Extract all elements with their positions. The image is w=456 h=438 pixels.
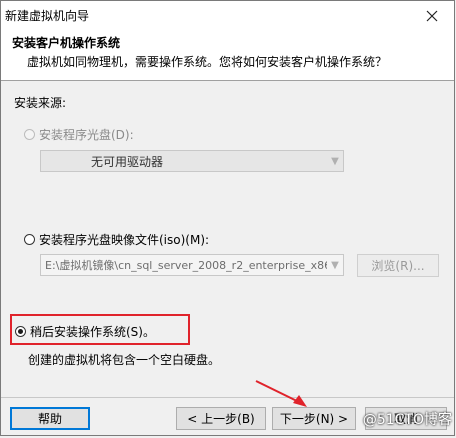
help-button-label: 帮助 bbox=[37, 412, 62, 426]
radio-installer-disc[interactable] bbox=[24, 129, 35, 140]
wizard-header: 安装客户机操作系统 虚拟机如同物理机，需要操作系统。您将如何安装客户机操作系统？ bbox=[1, 31, 454, 81]
disc-drive-select[interactable]: 无可用驱动器 ▼ bbox=[40, 150, 344, 172]
close-icon bbox=[426, 10, 438, 21]
browse-button[interactable]: 浏览(R)... bbox=[357, 254, 439, 277]
browse-button-label: 浏览(R)... bbox=[371, 259, 425, 273]
iso-image-label: 安装程序光盘映像文件(iso)(M): bbox=[39, 233, 210, 247]
iso-path-input[interactable]: E:\虚拟机镜像\cn_sql_server_2008_r2_enterpris… bbox=[40, 254, 344, 276]
option-install-later[interactable]: 稍后安装操作系统(S)。 bbox=[15, 323, 155, 340]
option-installer-disc[interactable]: 安装程序光盘(D): bbox=[24, 126, 134, 143]
radio-install-later[interactable] bbox=[15, 326, 26, 337]
chevron-down-icon: ▼ bbox=[331, 259, 339, 271]
back-button-label: < 上一步(B) bbox=[187, 412, 255, 426]
page-title: 安装客户机操作系统 bbox=[12, 36, 121, 50]
next-button-label: 下一步(N) > bbox=[279, 412, 349, 426]
close-button[interactable] bbox=[410, 1, 454, 30]
new-vm-wizard-window: 新建虚拟机向导 安装客户机操作系统 虚拟机如同物理机，需要操作系统。您将如何安装… bbox=[0, 0, 455, 436]
footer-divider bbox=[1, 397, 454, 398]
window-title: 新建虚拟机向导 bbox=[5, 9, 90, 23]
install-source-label: 安装来源: bbox=[14, 96, 67, 110]
page-subtitle: 虚拟机如同物理机，需要操作系统。您将如何安装客户机操作系统？ bbox=[27, 55, 388, 69]
install-later-description: 创建的虚拟机将包含一个空白硬盘。 bbox=[28, 353, 221, 367]
chevron-down-icon: ▼ bbox=[331, 155, 339, 167]
next-button[interactable]: 下一步(N) > bbox=[272, 407, 356, 430]
title-bar: 新建虚拟机向导 bbox=[1, 1, 454, 31]
iso-path-value: E:\虚拟机镜像\cn_sql_server_2008_r2_enterpris… bbox=[45, 259, 327, 272]
watermark: @51CTO博客 bbox=[362, 412, 452, 428]
disc-drive-value: 无可用驱动器 bbox=[91, 154, 164, 169]
back-button[interactable]: < 上一步(B) bbox=[176, 407, 266, 430]
install-later-label: 稍后安装操作系统(S)。 bbox=[30, 325, 155, 339]
installer-disc-label: 安装程序光盘(D): bbox=[39, 128, 134, 142]
option-iso-image[interactable]: 安装程序光盘映像文件(iso)(M): bbox=[24, 231, 209, 248]
radio-iso-image[interactable] bbox=[24, 234, 35, 245]
help-button[interactable]: 帮助 bbox=[10, 407, 90, 430]
